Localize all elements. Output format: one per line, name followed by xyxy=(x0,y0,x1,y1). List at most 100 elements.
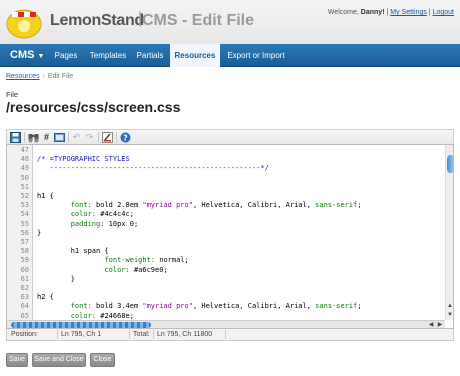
breadcrumb: Resources › Edit File xyxy=(6,73,73,80)
scroll-left-arrow-icon[interactable]: ◀ xyxy=(427,321,435,328)
code-text: h2 { xyxy=(37,293,54,302)
module-label: CMS xyxy=(10,49,35,61)
line-number-gutter: 47 48 49 50 51 52 53 54 55 56 57 58 59 60 61 62 63 64 65 xyxy=(7,145,33,320)
code-line: } xyxy=(37,229,41,237)
css-value: #a6c9e0; xyxy=(129,265,168,274)
user-bar-separator: | xyxy=(386,9,389,16)
css-value: 10px 0; xyxy=(104,219,139,228)
line-number: 63 xyxy=(20,293,29,302)
css-property: padding: xyxy=(70,219,105,228)
highlight-toggle-icon[interactable] xyxy=(102,132,113,143)
tab-templates[interactable]: Templates xyxy=(86,44,130,67)
logout-link[interactable]: Logout xyxy=(433,9,454,16)
vertical-scrollbar[interactable]: ▲ ▼ xyxy=(445,145,453,320)
total-value: Ln 795, Ch 11800 xyxy=(157,331,213,338)
scroll-down-arrow-icon[interactable]: ▼ xyxy=(446,311,453,319)
code-text: } xyxy=(37,274,75,283)
line-number-icon[interactable]: # xyxy=(41,132,52,143)
tab-partials[interactable]: Partials xyxy=(132,44,168,67)
save-and-close-button[interactable]: Save and Close xyxy=(32,353,86,367)
module-menu-button[interactable]: CMS ▼ xyxy=(6,44,50,67)
search-icon[interactable] xyxy=(28,132,39,143)
code-line: font-weight: normal; xyxy=(37,256,189,265)
redo-icon[interactable]: ↷ xyxy=(84,132,95,143)
line-number: 54 xyxy=(20,210,29,219)
status-divider xyxy=(57,330,58,339)
css-punctuation: ; xyxy=(357,201,362,210)
line-number: 58 xyxy=(20,247,29,256)
status-divider xyxy=(225,330,226,339)
horizontal-scrollbar-thumb[interactable] xyxy=(11,322,151,328)
css-value: #24668e; xyxy=(96,311,134,320)
css-value: bold 3.4em xyxy=(91,302,143,311)
line-number: 50 xyxy=(20,173,29,182)
code-line: color: #a6c9e0; xyxy=(37,265,168,274)
code-text: h1 { xyxy=(37,192,54,200)
my-settings-link[interactable]: My Settings xyxy=(390,9,427,16)
css-property: color: xyxy=(70,311,97,320)
css-property: font: xyxy=(70,302,92,311)
total-label: Total: xyxy=(133,331,150,338)
line-number: 59 xyxy=(20,256,29,265)
css-value: , Helvetica, Calibri, Arial, xyxy=(192,302,316,311)
line-number: 55 xyxy=(20,219,29,228)
breadcrumb-resources-link[interactable]: Resources xyxy=(6,73,39,80)
close-button[interactable]: Close xyxy=(90,353,115,367)
css-string: "myriad pro" xyxy=(142,201,193,210)
toolbar-divider xyxy=(68,132,69,143)
tab-pages[interactable]: Pages xyxy=(48,44,84,67)
status-divider xyxy=(129,330,130,339)
code-line: font: bold 2.8em "myriad pro", Helvetica… xyxy=(37,201,362,209)
code-line: h1 { xyxy=(37,192,54,200)
lemonstand-logo-icon[interactable] xyxy=(4,4,44,40)
status-divider xyxy=(153,330,154,339)
toolbar-divider xyxy=(24,132,25,143)
line-number: 65 xyxy=(20,311,29,320)
page-heading: CMS - Edit File xyxy=(142,12,254,29)
css-property: font-weight: xyxy=(104,256,156,265)
editor-status-bar: Position: Ln 795, Ch 1 Total: Ln 795, Ch… xyxy=(6,329,454,341)
css-value: normal; xyxy=(155,256,189,265)
vertical-scrollbar-thumb[interactable] xyxy=(447,155,453,173)
undo-icon[interactable]: ↶ xyxy=(71,132,82,143)
css-keyword: sans-serif xyxy=(315,302,358,311)
scroll-up-arrow-icon[interactable]: ▲ xyxy=(446,302,453,310)
main-nav: CMS ▼ Pages Templates Partials Resources … xyxy=(0,44,460,67)
fullscreen-icon[interactable] xyxy=(54,132,65,143)
toolbar-divider xyxy=(116,132,117,143)
code-text: } xyxy=(37,228,42,237)
code-line: ----------------------------------------… xyxy=(37,164,269,172)
line-number: 53 xyxy=(20,201,29,210)
line-number: 56 xyxy=(20,228,29,237)
chevron-down-icon: ▼ xyxy=(37,53,45,60)
line-number: 51 xyxy=(20,182,29,191)
save-icon[interactable] xyxy=(10,132,21,143)
scroll-right-arrow-icon[interactable]: ▶ xyxy=(436,321,444,328)
line-number: 60 xyxy=(20,265,29,274)
line-number: 48 xyxy=(20,155,29,164)
code-line: h2 { xyxy=(37,293,54,301)
toolbar-divider xyxy=(98,132,99,143)
tab-export-import[interactable]: Export or Import xyxy=(222,44,290,67)
line-number: 57 xyxy=(20,238,29,246)
css-property: color: xyxy=(104,265,130,274)
code-line: font: bold 3.4em "myriad pro", Helvetica… xyxy=(37,302,362,310)
tab-resources[interactable]: Resources xyxy=(170,44,220,67)
css-value: bold 2.8em xyxy=(91,201,143,210)
file-label: File xyxy=(6,90,19,99)
editor-toolbar: # ↶ ↷ ? xyxy=(6,129,454,144)
css-comment: ----------------------------------------… xyxy=(37,164,269,173)
save-button[interactable]: Save xyxy=(6,353,28,367)
code-editor[interactable]: 47 48 49 50 51 52 53 54 55 56 57 58 59 60 61 62 63 64 65 /… xyxy=(6,144,454,329)
line-number: 47 xyxy=(20,146,29,154)
css-value: #4c4c4c; xyxy=(96,210,134,219)
line-number: 52 xyxy=(20,192,29,200)
css-comment: /* =TYPOGRAPHIC STYLES xyxy=(37,155,130,164)
horizontal-scrollbar[interactable]: ◀ ▶ xyxy=(7,320,445,328)
help-icon[interactable]: ? xyxy=(120,132,131,143)
